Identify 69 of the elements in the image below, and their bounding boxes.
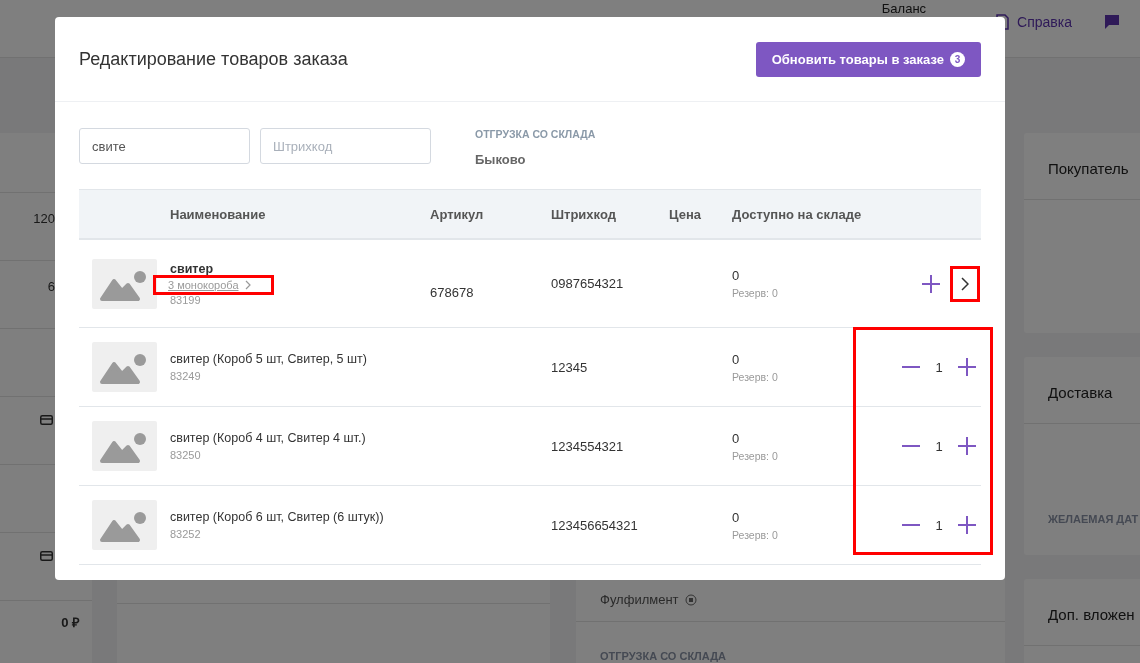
credit-card-icon (40, 551, 53, 561)
article-cell-text: 678678 (430, 284, 475, 300)
card-title: Доп. вложен (1024, 579, 1140, 646)
card-title: Доставка (1024, 357, 1140, 424)
reserve-text: Резерв: 0 (732, 370, 779, 383)
chevron-right-icon (244, 279, 251, 290)
amount-text: 120 (33, 211, 55, 226)
column-header: Штрихкод (551, 206, 617, 222)
warehouse-value: Быково (475, 152, 527, 167)
count-badge: 3 (950, 51, 965, 67)
barcode-cell-text: 1234554321 (551, 438, 625, 454)
minus-icon (901, 366, 921, 368)
barcode-cell-text: 0987654321 (551, 276, 625, 291)
fulfillment-label: Фулфилмент (600, 592, 679, 607)
stock-value: 0 (732, 351, 741, 367)
info-icon (684, 593, 697, 606)
increase-button[interactable] (957, 436, 977, 456)
quantity-value: 1 (934, 359, 944, 375)
reserve-text: Резерв: 0 (732, 528, 779, 541)
reserve-text: Резерв: 0 (732, 287, 779, 299)
product-id: 83199 (170, 293, 201, 306)
chevron-right-icon (961, 276, 969, 291)
modal-title: Редактирование товаров заказа (79, 48, 348, 70)
barcode-field[interactable]: Штрихкод (260, 128, 431, 164)
reserve-text: Резерв: 0 (732, 449, 779, 462)
column-header: Доступно на складе (732, 206, 863, 222)
stock-value: 0 (732, 268, 741, 283)
barcode-cell-text: 12345 (551, 359, 589, 375)
plus-icon (957, 357, 977, 377)
increase-button[interactable] (957, 515, 977, 535)
section-label: ОТГРУЗКА СО СКЛАДА (600, 650, 726, 662)
product-name: свитер (Короб 4 шт, Свитер 4 шт.) (170, 431, 366, 445)
card-title: Покупатель (1024, 133, 1140, 200)
expand-button[interactable] (953, 268, 977, 299)
image-placeholder-icon (92, 342, 157, 392)
plus-icon (957, 515, 977, 535)
quantity-value: 1 (934, 438, 944, 454)
chat-icon[interactable] (1104, 14, 1120, 30)
image-placeholder-icon (92, 500, 157, 550)
image-placeholder-icon (92, 421, 157, 471)
add-button[interactable] (921, 273, 941, 294)
column-header: Наименование (170, 206, 267, 222)
product-id: 83252 (170, 528, 201, 540)
column-header: Цена (669, 206, 702, 222)
minus-icon (901, 445, 921, 447)
increase-button[interactable] (957, 357, 977, 377)
barcode-cell-text: 123456654321 (551, 517, 639, 533)
credit-card-icon (40, 415, 53, 425)
plus-icon (921, 273, 941, 294)
stock-value: 0 (732, 509, 741, 525)
amount-text: 0 ₽ (61, 614, 80, 631)
product-name: свитер (170, 261, 214, 276)
image-placeholder-icon (92, 258, 157, 309)
search-field[interactable]: свите (79, 128, 250, 164)
minus-icon (901, 524, 921, 526)
product-id: 83249 (170, 370, 201, 382)
warehouse-label: ОТГРУЗКА СО СКЛАДА (475, 128, 596, 140)
product-name: свитер (Короб 5 шт, Свитер, 5 шт) (170, 352, 367, 366)
field-label: ЖЕЛАЕМАЯ ДАТ (1047, 513, 1140, 527)
update-items-button[interactable]: Обновить товары в заказе 3 (755, 41, 981, 77)
product-id: 83250 (170, 449, 201, 461)
quantity-value: 1 (934, 517, 944, 533)
balance-label: Баланс (881, 1, 927, 16)
product-name: свитер (Короб 6 шт, Свитер (6 штук)) (170, 510, 384, 524)
stock-value: 0 (732, 430, 741, 446)
column-header: Артикул (430, 206, 485, 222)
plus-icon (957, 436, 977, 456)
amount-text: 6 (47, 279, 55, 294)
bundle-link[interactable]: 3 монокороба (156, 277, 271, 292)
